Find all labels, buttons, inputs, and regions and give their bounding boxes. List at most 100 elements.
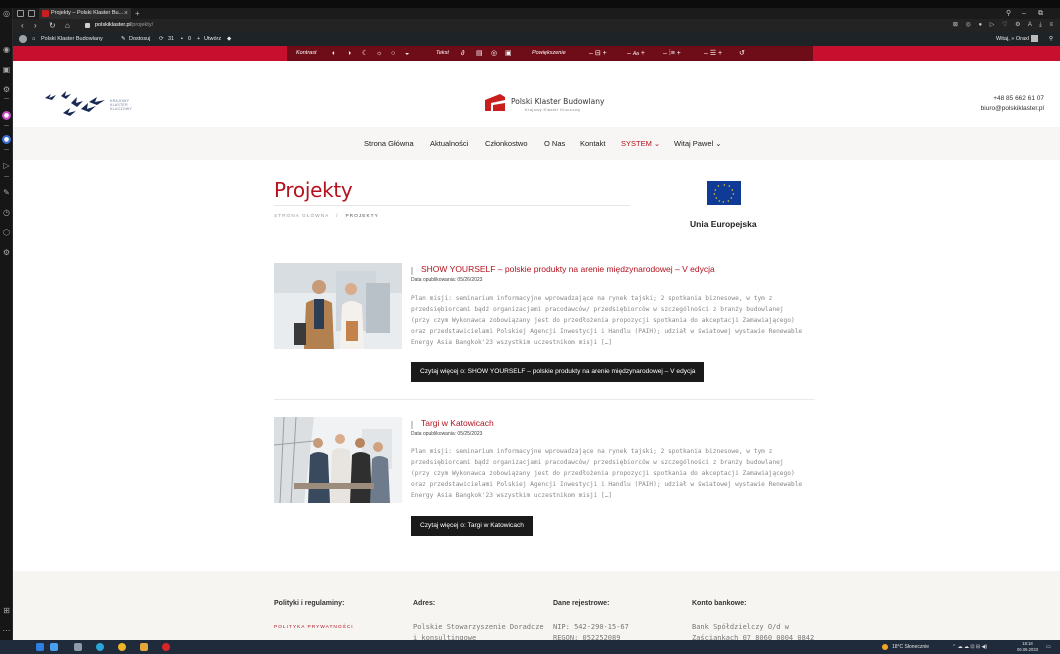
browser-menu-icon[interactable]: ◎ (2, 9, 11, 18)
breadcrumb-home[interactable]: STRONA GŁÓWNA (274, 214, 329, 219)
search-tabs-icon[interactable]: ⚲ (1006, 8, 1011, 19)
settings-icon[interactable]: ⚙ (2, 85, 11, 94)
chrome-icon[interactable] (118, 643, 126, 651)
wp-comments-count[interactable]: 0 (188, 32, 191, 46)
maximize-icon[interactable]: ⧉ (1038, 8, 1043, 19)
excerpt-line: Plan misji: seminarium informacyjne wpro… (411, 448, 773, 455)
camera-icon[interactable]: ◉ (2, 45, 11, 54)
page-title: Projekty (274, 178, 353, 202)
nav-system[interactable]: SYSTEM ⌄ (621, 127, 660, 160)
moon-icon[interactable]: ☾ (362, 46, 368, 61)
edge-icon[interactable] (96, 643, 104, 651)
chat-icon[interactable]: ● (2, 135, 11, 144)
task-view-icon[interactable] (74, 643, 82, 651)
more-icon[interactable]: … (2, 624, 11, 633)
wp-updates-count[interactable]: 31 (168, 32, 174, 46)
url-field[interactable]: polskiklaster.pl/projekty/ (95, 19, 153, 32)
nav-membership[interactable]: Członkostwo (485, 127, 528, 160)
breadcrumb-current: PROJEKTY (345, 214, 379, 219)
cube-icon[interactable]: ⬡ (2, 228, 11, 237)
font-icon[interactable]: ▤ (476, 46, 483, 61)
sun-icon[interactable]: ☼ (376, 46, 382, 61)
wp-search-icon[interactable]: ⚲ (1049, 32, 1053, 46)
bag-icon[interactable]: ▣ (2, 65, 11, 74)
contrast-dark-icon[interactable]: ◐ (332, 46, 336, 61)
breadcrumb-separator: / (336, 214, 339, 219)
footer-registry-heading: Dane rejestrowe: (553, 600, 610, 607)
nav-contact[interactable]: Kontakt (580, 127, 605, 160)
home-icon[interactable]: ⌂ (65, 19, 70, 32)
line-height-icon[interactable]: – ⁞≡ + (663, 46, 681, 61)
link-icon[interactable]: ∂ (461, 46, 464, 61)
messenger-icon[interactable]: ● (2, 111, 11, 120)
accessibility-panel: Kontrast ◐ ◑ ☾ ☼ ○ ◒ Tekst ∂ ▤ ◎ ▣ Powię… (287, 46, 813, 61)
font-size-icon[interactable]: – Aa + (627, 46, 645, 62)
active-tab[interactable]: Projekty – Polski Klaster Bu... × (39, 8, 131, 19)
zoom-out-icon[interactable]: – ⊟ + (589, 46, 607, 61)
footer-line: NIP: 542-290-15-67 (553, 623, 629, 631)
post-title[interactable]: SHOW YOURSELF – polskie produkty na aren… (421, 264, 715, 274)
lock-icon[interactable] (85, 23, 90, 28)
wp-site-name[interactable]: Polski Klaster Budowlany (41, 32, 103, 46)
excerpt-line: Plan misji: seminarium informacyjne wpro… (411, 295, 773, 302)
footer-line: Polskie Stowarzyszenie Doradcze (413, 623, 544, 631)
phone-link[interactable]: +48 85 662 61 07 (981, 94, 1044, 104)
post-image[interactable] (274, 263, 402, 349)
contrast-invert-icon[interactable]: ◑ (347, 46, 351, 61)
brand-title[interactable]: Polski Klaster Budowlany (511, 97, 604, 106)
letter-spacing-icon[interactable]: – ☰ + (704, 46, 722, 61)
diamond-icon[interactable]: ◆ (227, 32, 231, 46)
notifications-icon[interactable]: ▭ (1046, 640, 1051, 654)
wordpress-icon[interactable] (19, 35, 27, 43)
url-path: /projekty/ (130, 22, 154, 28)
back-icon[interactable]: ‹ (21, 19, 24, 32)
reload-icon[interactable]: ↻ (49, 19, 56, 32)
post-title-marker (411, 421, 413, 429)
contrast-reset-icon[interactable]: ◒ (405, 46, 409, 61)
privacy-policy-link[interactable]: POLITYKA PRYWATNOŚCI (274, 625, 354, 630)
post-excerpt: Plan misji: seminarium informacyjne wpro… (411, 293, 815, 348)
tray-icons[interactable]: ⌃ ☁ ☁ ⊡ ⊟ ◀) (952, 640, 987, 654)
start-icon[interactable] (36, 643, 44, 651)
explorer-icon[interactable] (140, 643, 148, 651)
minimize-icon[interactable]: – (1022, 8, 1026, 19)
post-divider (274, 399, 815, 400)
close-tab-icon[interactable]: × (124, 8, 128, 19)
opera-icon[interactable] (162, 643, 170, 651)
home-site-icon[interactable]: ⌂ (32, 32, 35, 46)
post-image[interactable] (274, 417, 402, 503)
paragraph-icon[interactable]: ▣ (505, 46, 512, 61)
read-more-button[interactable]: Czytaj więcej o: SHOW YOURSELF – polskie… (411, 362, 705, 382)
weather-text[interactable]: 18°C Słonecznie (892, 640, 929, 654)
title-divider (274, 205, 630, 206)
wp-new[interactable]: Utwórz (204, 32, 221, 46)
wp-customize[interactable]: Dostosuj (129, 32, 150, 46)
kkk-logo-text: KRAJOWY KLASTER KLUCZOWY (110, 99, 132, 112)
reset-icon[interactable]: ↺ (739, 46, 745, 61)
new-tab-icon[interactable]: + (135, 8, 140, 19)
post-title[interactable]: Targi w Katowicach (421, 418, 494, 428)
forward-icon[interactable]: › (34, 19, 37, 32)
rail-separator (4, 176, 9, 177)
clock[interactable]: 18:18 06.06.2023 (1017, 641, 1038, 653)
gear-icon[interactable]: ⚙ (2, 248, 11, 257)
nav-user[interactable]: Witaj Pawel ⌄ (674, 127, 722, 160)
nav-home[interactable]: Strona Główna (364, 127, 414, 160)
player-icon[interactable]: ▷ (2, 161, 11, 170)
weather-widget-icon[interactable] (50, 643, 58, 651)
pkb-logo-icon[interactable] (481, 91, 511, 115)
history-icon[interactable]: ◷ (2, 208, 11, 217)
contrast-label: Kontrast (296, 50, 317, 56)
workspaces-icon[interactable] (17, 10, 24, 17)
edit-icon[interactable]: ✎ (2, 188, 11, 197)
wp-greeting[interactable]: Witaj, » Oraxl (996, 32, 1039, 46)
nav-about[interactable]: O Nas (544, 127, 565, 160)
contrast-light-icon[interactable]: ○ (391, 46, 395, 61)
nav-news[interactable]: Aktualności (430, 127, 468, 160)
read-more-button[interactable]: Czytaj więcej o: Targi w Katowicach (411, 516, 533, 536)
tab-list-icon[interactable] (28, 10, 35, 17)
spacing-icon[interactable]: ◎ (491, 46, 497, 61)
sidebar-settings-icon[interactable]: ⊞ (2, 606, 11, 615)
extension-icons[interactable]: ⊠ ◎ ● ▷ ♡ ⚙ A ⤓ ≡ (953, 19, 1056, 32)
email-link[interactable]: biuro@polskiklaster.pl (981, 104, 1044, 114)
